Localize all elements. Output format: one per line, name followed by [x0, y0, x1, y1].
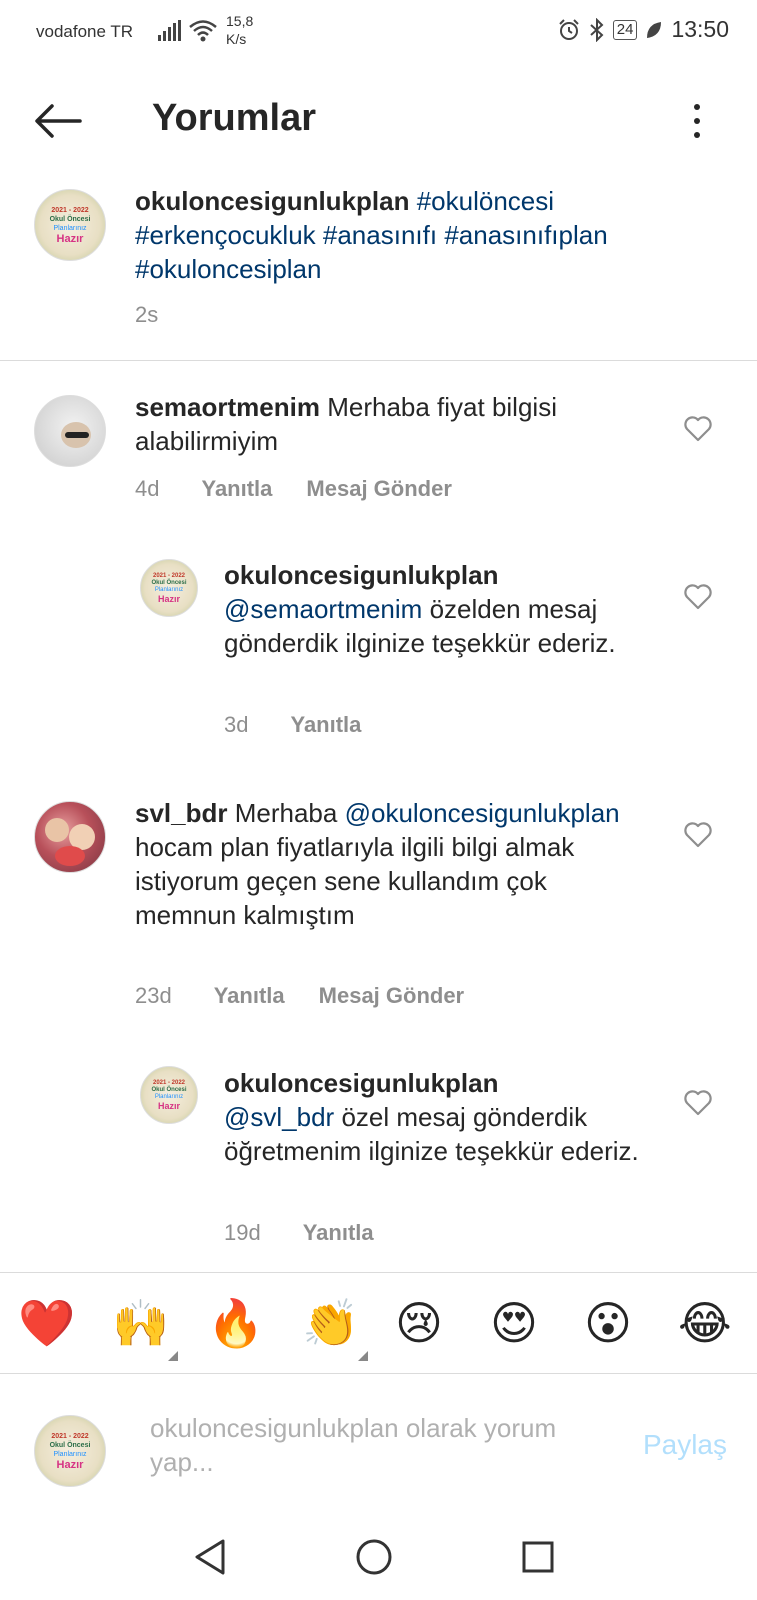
reply-button[interactable]: Yanıtla: [214, 983, 285, 1009]
mention-link[interactable]: @okuloncesigunlukplan: [345, 798, 620, 828]
triangle-back-icon: [195, 1539, 225, 1575]
comment-text: semaortmenim Merhaba fiyat bilgisi alabi…: [135, 390, 635, 458]
circle-home-icon: [356, 1539, 392, 1575]
caption-meta: 2s: [135, 302, 158, 328]
more-options-button[interactable]: [685, 98, 709, 144]
comment-input[interactable]: okuloncesigunlukplan olarak yorum yap...: [150, 1411, 580, 1479]
top-bar: Yorumlar: [0, 72, 757, 172]
comment-composer: 2021 - 2022 Okul Öncesi Planlarınız Hazı…: [0, 1375, 757, 1505]
status-bar: vodafone TR 15,8 K/s 24 13:50: [0, 0, 757, 64]
heart-eyes-emoji-button[interactable]: 😍: [490, 1295, 538, 1351]
hashtag[interactable]: #okuloncesiplan: [135, 254, 321, 284]
comment-meta: 23d Yanıtla Mesaj Gönder: [135, 983, 498, 1009]
comment-meta: 19d Yanıtla: [224, 1220, 408, 1246]
caption-username[interactable]: okuloncesigunlukplan: [135, 186, 409, 216]
comment-time: 23d: [135, 983, 172, 1008]
laughing-emoji-button[interactable]: 😂: [678, 1295, 732, 1351]
comment-text: okuloncesigunlukplan @svl_bdr özel mesaj…: [224, 1066, 664, 1168]
crying-emoji-button[interactable]: 😢: [395, 1295, 443, 1351]
comment-text: okuloncesigunlukplan @semaortmenim özeld…: [224, 558, 664, 660]
comment-text: svl_bdr Merhaba @okuloncesigunlukplan ho…: [135, 796, 635, 932]
battery-indicator: 24: [612, 19, 638, 40]
comment-username[interactable]: okuloncesigunlukplan: [224, 1068, 498, 1098]
share-button[interactable]: Paylaş: [643, 1429, 727, 1461]
wifi-icon: [189, 20, 217, 42]
emoji-quick-bar: ❤️ 🙌 🔥 👏 😢 😍 😮 😂: [0, 1272, 757, 1374]
comment-time: 19d: [224, 1220, 261, 1245]
comment-meta: 3d Yanıtla: [224, 712, 395, 738]
divider: [0, 360, 757, 361]
network-speed: 15,8 K/s: [226, 12, 253, 48]
caption-time: 2s: [135, 302, 159, 327]
mention-link[interactable]: @svl_bdr: [224, 1102, 334, 1132]
caption-text: okuloncesigunlukplan #okulöncesi #erkenç…: [135, 184, 695, 286]
comment-username[interactable]: okuloncesigunlukplan: [224, 560, 498, 590]
reply-button[interactable]: Yanıtla: [290, 712, 361, 738]
send-message-button[interactable]: Mesaj Gönder: [306, 476, 451, 502]
reply-button[interactable]: Yanıtla: [303, 1220, 374, 1246]
system-nav-bar: [0, 1505, 757, 1600]
fire-emoji-button[interactable]: 🔥: [207, 1295, 264, 1351]
raising-hands-emoji-button[interactable]: 🙌: [112, 1295, 169, 1351]
comment-meta: 4d Yanıtla Mesaj Gönder: [135, 476, 486, 502]
comment-body-intro: Merhaba: [234, 798, 338, 828]
avatar[interactable]: [34, 801, 106, 873]
avatar[interactable]: 2021 - 2022 Okul Öncesi Planlarınız Hazı…: [34, 189, 106, 261]
leaf-icon: [647, 21, 662, 38]
comment-body: hocam plan fiyatlarıyla ilgili bilgi alm…: [135, 832, 575, 930]
surprised-emoji-button[interactable]: 😮: [584, 1295, 632, 1351]
signal-icon: [158, 20, 181, 41]
clapping-emoji-button[interactable]: 👏: [302, 1295, 359, 1351]
back-button[interactable]: [30, 98, 86, 144]
hashtag[interactable]: #anasınıfı: [323, 220, 437, 250]
heart-outline-icon[interactable]: [684, 416, 712, 442]
arrow-left-icon: [35, 104, 82, 138]
comment-username[interactable]: svl_bdr: [135, 798, 228, 828]
avatar[interactable]: [34, 395, 106, 467]
bluetooth-icon: [590, 17, 604, 42]
hashtag[interactable]: #anasınıfıplan: [444, 220, 607, 250]
more-vertical-icon: [694, 104, 700, 110]
hashtag[interactable]: #erkençocukluk: [135, 220, 316, 250]
clock: 13:50: [671, 16, 729, 42]
carrier-name: vodafone TR: [36, 22, 134, 41]
nav-back-button[interactable]: [188, 1535, 232, 1579]
avatar[interactable]: 2021 - 2022 Okul Öncesi Planlarınız Hazı…: [140, 1066, 198, 1124]
page-title: Yorumlar: [152, 97, 317, 139]
avatar[interactable]: 2021 - 2022 Okul Öncesi Planlarınız Hazı…: [140, 559, 198, 617]
heart-emoji-button[interactable]: ❤️: [18, 1295, 75, 1351]
heart-outline-icon[interactable]: [684, 822, 712, 848]
skin-tone-indicator: [168, 1351, 178, 1361]
status-right: 24 13:50: [557, 16, 729, 43]
mention-link[interactable]: @semaortmenim: [224, 594, 422, 624]
speed-unit: K/s: [226, 31, 247, 47]
square-recents-icon: [522, 1541, 554, 1573]
heart-outline-icon[interactable]: [684, 1090, 712, 1116]
comment-username[interactable]: semaortmenim: [135, 392, 320, 422]
comment-time: 3d: [224, 712, 249, 737]
comment-time: 4d: [135, 476, 160, 501]
heart-outline-icon[interactable]: [684, 584, 712, 610]
send-message-button[interactable]: Mesaj Gönder: [319, 983, 464, 1009]
nav-home-button[interactable]: [352, 1535, 396, 1579]
alarm-icon: [559, 18, 579, 40]
reply-button[interactable]: Yanıtla: [201, 476, 272, 502]
skin-tone-indicator: [358, 1351, 368, 1361]
speed-value: 15,8: [226, 13, 254, 29]
hashtag[interactable]: #okulöncesi: [417, 186, 554, 216]
nav-recents-button[interactable]: [516, 1535, 560, 1579]
avatar: 2021 - 2022 Okul Öncesi Planlarınız Hazı…: [34, 1415, 106, 1487]
